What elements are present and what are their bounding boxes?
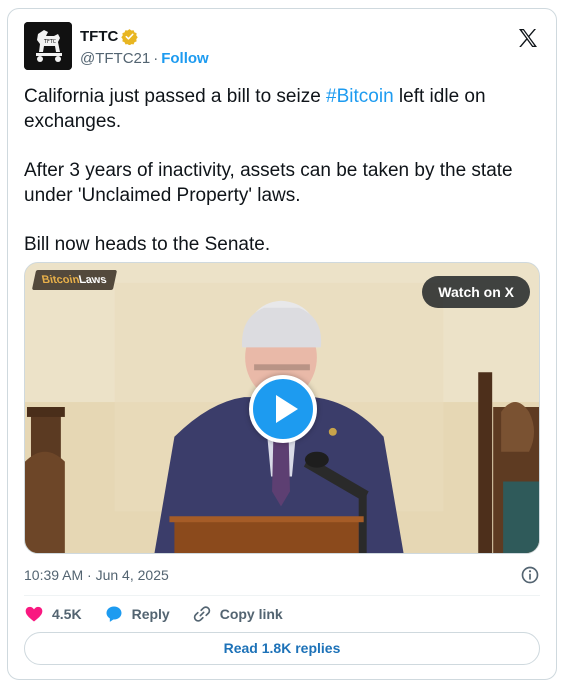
timestamp[interactable]: 10:39 AM · Jun 4, 2025 (24, 567, 169, 583)
read-replies-button[interactable]: Read 1.8K replies (24, 632, 540, 665)
copy-link-label: Copy link (219, 606, 283, 622)
trojan-horse-logo-icon: TFTC (24, 22, 72, 70)
verified-badge-icon (121, 29, 139, 45)
tweet-actions: 4.5K Reply Copy link (24, 601, 305, 627)
tweet-paragraph-2: After 3 years of inactivity, assets can … (24, 160, 513, 206)
reply-button[interactable]: Reply (104, 604, 170, 624)
play-button[interactable] (249, 375, 317, 443)
video-player[interactable]: Bitcoin Laws Watch on X (24, 262, 540, 554)
separator: · (153, 50, 159, 67)
badge-part-1: Bitcoin (40, 274, 81, 286)
follow-button[interactable]: Follow (161, 50, 209, 67)
reply-label: Reply (131, 606, 170, 622)
likes-count: 4.5K (52, 606, 82, 622)
badge-part-2: Laws (78, 274, 109, 286)
tweet-header: TFTC TFTC @TFTC21 · Follow (24, 22, 540, 72)
copy-link-button[interactable]: Copy link (192, 604, 283, 624)
avatar[interactable]: TFTC (24, 22, 72, 70)
tweet-text: California just passed a bill to seize #… (24, 84, 542, 257)
name-row: TFTC (80, 28, 139, 45)
display-name[interactable]: TFTC (80, 28, 118, 45)
heart-icon (25, 606, 43, 622)
tweet-text-part: California just passed a bill to seize (24, 86, 327, 107)
video-badge: Bitcoin Laws (31, 270, 117, 290)
play-icon (276, 395, 298, 423)
tweet-card: TFTC TFTC @TFTC21 · Follow California just… (7, 8, 557, 680)
tweet-paragraph-3: Bill now heads to the Senate. (24, 234, 271, 255)
divider (24, 595, 540, 596)
reply-bubble-icon (106, 606, 122, 622)
link-icon (193, 606, 210, 622)
tweet-paragraph-1: California just passed a bill to seize #… (24, 84, 542, 134)
x-logo-icon[interactable] (516, 26, 540, 50)
tweet-meta: 10:39 AM · Jun 4, 2025 (24, 564, 540, 586)
info-icon[interactable] (520, 565, 540, 585)
handle[interactable]: @TFTC21 (80, 50, 150, 67)
watch-on-x-button[interactable]: Watch on X (422, 276, 530, 308)
hashtag-link[interactable]: #Bitcoin (326, 86, 394, 107)
svg-text:TFTC: TFTC (43, 39, 57, 45)
like-button[interactable]: 4.5K (24, 604, 82, 624)
handle-row: @TFTC21 · Follow (80, 50, 209, 67)
